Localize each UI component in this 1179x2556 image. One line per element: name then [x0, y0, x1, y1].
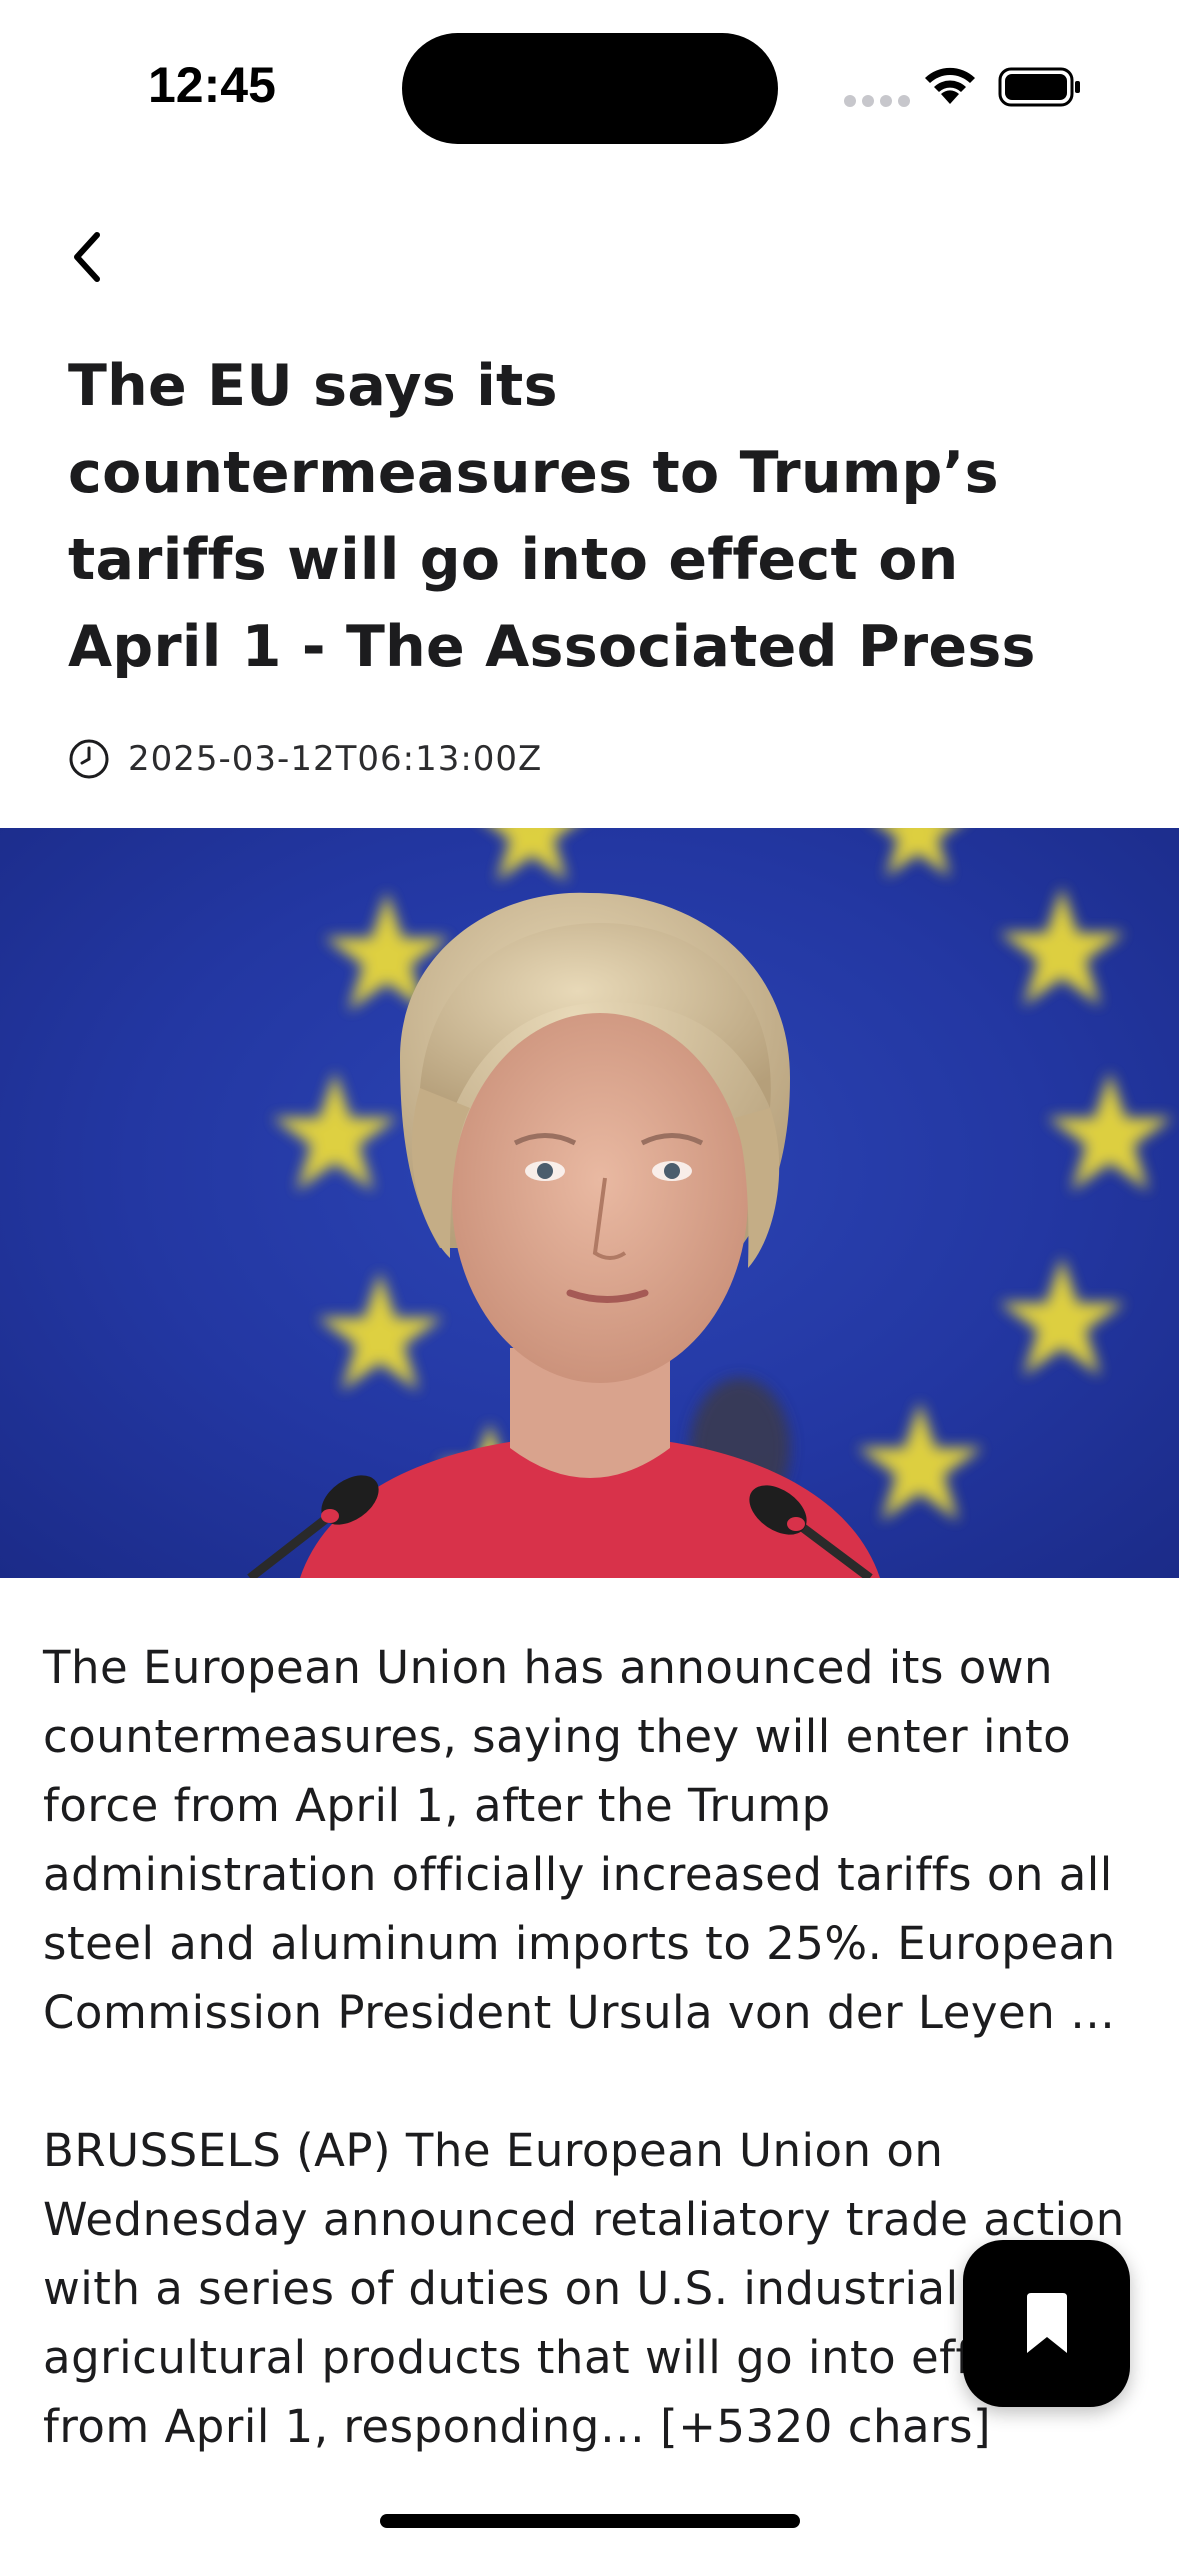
- wifi-icon: [925, 67, 975, 104]
- bookmark-button[interactable]: [963, 2240, 1130, 2407]
- home-indicator: [380, 2514, 800, 2528]
- clock-icon: [69, 739, 109, 779]
- battery-icon: [998, 67, 1080, 107]
- back-button[interactable]: [52, 222, 122, 292]
- article-summary: The European Union has announced its own…: [43, 1641, 1131, 2039]
- article-title: The EU says its countermeasures to Trump…: [68, 353, 1036, 680]
- status-bar: 12:45: [0, 0, 1179, 150]
- article-meta: 2025-03-12T06:13:00Z: [68, 738, 542, 780]
- bookmark-icon: [1026, 2292, 1067, 2353]
- article-hero-image: [0, 828, 1179, 1578]
- dynamic-island: [402, 33, 778, 144]
- status-time: 12:45: [148, 57, 276, 113]
- published-date: 2025-03-12T06:13:00Z: [128, 739, 543, 779]
- cellular-signal-icon: [844, 95, 910, 107]
- chevron-left-icon: [74, 232, 100, 282]
